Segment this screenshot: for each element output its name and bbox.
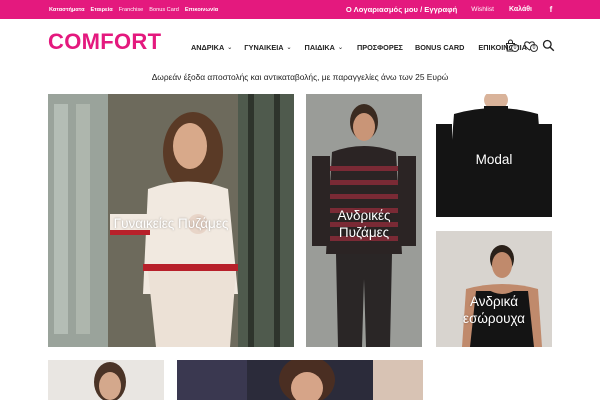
top-bar: Καταστήματα Εταιρεία Franchise Bonus Car… bbox=[0, 0, 600, 19]
main-nav: ΑΝΔΡΙΚΑ ⌄ ΓΥΝΑΙΚΕΙΑ ⌄ ΠΑΙΔΙΚΑ ⌄ ΠΡΟΣΦΟΡΕ… bbox=[191, 40, 527, 54]
top-link-contact[interactable]: Επικοινωνία bbox=[185, 7, 218, 13]
nav-item-women[interactable]: ΓΥΝΑΙΚΕΙΑ ⌄ bbox=[244, 43, 291, 52]
tile-caption-line-2: εσώρουχα bbox=[463, 311, 525, 326]
nav-label: ΑΝΔΡΙΚΑ bbox=[191, 42, 225, 52]
top-link-franchise[interactable]: Franchise bbox=[119, 7, 144, 13]
bottom-left-image bbox=[48, 360, 164, 400]
top-link-stores[interactable]: Καταστήματα bbox=[49, 7, 85, 13]
top-links: Καταστήματα Εταιρεία Franchise Bonus Car… bbox=[49, 0, 218, 19]
search-icon[interactable] bbox=[541, 38, 555, 52]
nav-item-men[interactable]: ΑΝΔΡΙΚΑ ⌄ bbox=[191, 43, 232, 52]
tile-modal[interactable]: Modal bbox=[436, 94, 552, 217]
tile-mens-underwear[interactable]: Ανδρικά εσώρουχα bbox=[436, 231, 552, 347]
chevron-down-icon: ⌄ bbox=[227, 44, 233, 51]
facebook-icon[interactable]: f bbox=[548, 5, 554, 14]
bottom-center-image bbox=[177, 360, 423, 400]
tile-caption-line-2: Πυζάμες bbox=[338, 225, 390, 240]
top-right-links: Ο Λογαριασμός μου / Εγγραφή Wishlist Καλ… bbox=[346, 0, 600, 19]
tile-bottom-left[interactable] bbox=[48, 360, 164, 400]
wishlist-count-badge: 0 bbox=[530, 44, 538, 52]
shipping-promo: Δωρεάν έξοδα αποστολής και αντικαταβολής… bbox=[151, 72, 449, 82]
tile-caption-line-1: Ανδρικά bbox=[469, 294, 519, 309]
nav-item-bonus-card[interactable]: BONUS CARD bbox=[415, 43, 464, 52]
tile-bottom-center[interactable] bbox=[177, 360, 423, 400]
cart-link[interactable]: Καλάθι bbox=[509, 6, 532, 13]
site-logo[interactable]: COMFORT bbox=[48, 29, 161, 55]
chevron-down-icon: ⌄ bbox=[286, 44, 292, 51]
tile-caption: Modal bbox=[475, 152, 513, 167]
nav-item-offers[interactable]: ΠΡΟΣΦΟΡΕΣ bbox=[357, 43, 403, 52]
chevron-down-icon: ⌄ bbox=[337, 44, 343, 51]
top-link-company[interactable]: Εταιρεία bbox=[91, 7, 113, 13]
nav-label: BONUS CARD bbox=[414, 42, 465, 52]
tile-caption-line-1: Ανδρικές bbox=[337, 208, 391, 223]
nav-label: ΠΡΟΣΦΟΡΕΣ bbox=[356, 42, 403, 52]
tile-mens-pajamas[interactable]: Ανδρικές Πυζάμες bbox=[306, 94, 422, 347]
top-link-bonus-card[interactable]: Bonus Card bbox=[149, 7, 179, 13]
nav-label: ΠΑΙΔΙΚΑ bbox=[304, 42, 335, 52]
tile-caption: Γυναικείες Πυζάμες bbox=[113, 216, 229, 231]
header-icons: 0 0 bbox=[503, 36, 555, 54]
nav-label: ΓΥΝΑΙΚΕΙΑ bbox=[244, 42, 284, 52]
wishlist-link[interactable]: Wishlist bbox=[471, 6, 494, 13]
mens-underwear-image bbox=[436, 231, 552, 347]
heart-icon[interactable]: 0 bbox=[522, 38, 538, 52]
nav-item-kids[interactable]: ΠΑΙΔΙΚΑ ⌄ bbox=[305, 43, 343, 52]
tile-womens-pajamas[interactable]: Γυναικείες Πυζάμες bbox=[48, 94, 294, 347]
account-link[interactable]: Ο Λογαριασμός μου / Εγγραφή bbox=[346, 5, 457, 14]
bag-icon[interactable]: 0 bbox=[503, 38, 519, 52]
cart-count-badge: 0 bbox=[511, 44, 519, 52]
